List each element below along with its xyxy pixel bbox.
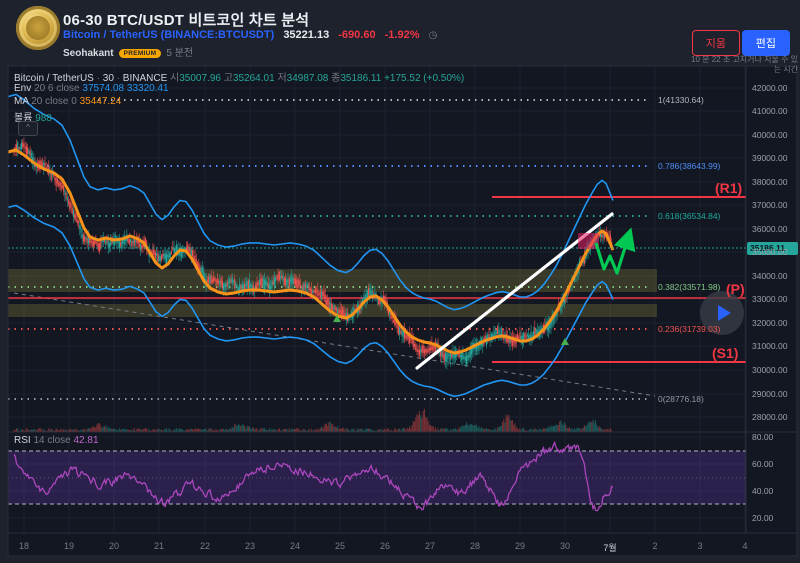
- edit-time-note-line1: 10 분 22 초 고치거나 지울 수 있: [668, 55, 798, 65]
- price-axis-label: 36000.00: [752, 224, 787, 234]
- pivot-label: (R1): [715, 180, 742, 196]
- price-axis-label: 28000.00: [752, 412, 787, 422]
- legend-env-params: 20 6 close: [34, 83, 80, 94]
- legend-close-value: 35186.11: [340, 73, 381, 84]
- legend-ma-params: 20 close 0: [31, 96, 77, 107]
- fib-level-label: 0.786(38643.99): [658, 161, 720, 171]
- time-axis-label: 27: [416, 541, 444, 551]
- time-axis-label: 28: [461, 541, 489, 551]
- fib-level-label: 1(41330.64): [658, 95, 704, 105]
- legend-env-row[interactable]: Env 20 6 close 37574.08 33320.41: [14, 83, 169, 94]
- fib-level-label: 0.382(33571.98): [658, 282, 720, 292]
- price-axis-label: 41000.00: [752, 106, 787, 116]
- price-axis-label: 42000.00: [752, 83, 787, 93]
- pivot-label: (S1): [712, 345, 738, 361]
- post-time: 5 분전: [166, 48, 193, 59]
- collapse-pane-button[interactable]: ^: [18, 121, 38, 136]
- edit-button[interactable]: 편집: [742, 30, 790, 56]
- legend-open-value: 35007.96: [179, 73, 221, 84]
- legend-high-label: 고: [224, 73, 233, 84]
- clock-icon: ◷: [429, 30, 438, 41]
- legend-change-value: +175.52 (+0.50%): [384, 73, 464, 84]
- symbol-exchange[interactable]: (BINANCE:BTCUSDT): [161, 29, 275, 41]
- price-axis-label: 39000.00: [752, 153, 787, 163]
- fib-level-label: 0.236(31739.03): [658, 324, 720, 334]
- price-axis-label: 38000.00: [752, 177, 787, 187]
- premium-badge: PREMIUM: [119, 49, 162, 58]
- symbol-price: 35221.13: [283, 29, 329, 41]
- symbol-change: -690.60: [338, 29, 375, 41]
- time-axis-label: 21: [145, 541, 173, 551]
- time-axis-label: 2: [641, 541, 669, 551]
- price-axis-label: 29000.00: [752, 389, 787, 399]
- time-axis-label: 24: [281, 541, 309, 551]
- fib-level-label: 0.618(36534.84): [658, 211, 720, 221]
- symbol-change-pct: -1.92%: [385, 29, 420, 41]
- time-axis-label: 26: [371, 541, 399, 551]
- legend-symbol-row[interactable]: Bitcoin / TetherUS · 30 · BINANCE 시35007…: [14, 69, 464, 84]
- price-axis-label: 32000.00: [752, 318, 787, 328]
- pivot-label: (P): [726, 281, 745, 297]
- chevron-up-icon: ^: [26, 123, 30, 132]
- legend-low-value: 34987.08: [287, 73, 329, 84]
- avatar[interactable]: [16, 6, 60, 50]
- legend-open-label: 시: [170, 73, 179, 84]
- legend-ma-value: 35447.24: [80, 96, 122, 107]
- time-axis-label: 29: [506, 541, 534, 551]
- time-axis-label: 19: [55, 541, 83, 551]
- author-row: Seohakant PREMIUM 5 분전: [63, 44, 193, 59]
- edit-time-note-line2: 는 시간: [668, 65, 798, 75]
- price-axis-label: 37000.00: [752, 200, 787, 210]
- price-axis-label: 31000.00: [752, 341, 787, 351]
- time-axis-label: 4: [731, 541, 759, 551]
- legend-env-upper: 37574.08: [82, 83, 124, 94]
- symbol-row: Bitcoin / TetherUS (BINANCE:BTCUSDT) 352…: [63, 29, 437, 41]
- legend-rsi-value: 42.81: [73, 435, 98, 446]
- price-axis-label: 20.00: [752, 513, 773, 523]
- page-title: 06-30 BTC/USDT 비트코인 차트 분석: [63, 9, 309, 30]
- time-axis-label: 25: [326, 541, 354, 551]
- edit-time-note: 10 분 22 초 고치거나 지울 수 있 는 시간: [668, 55, 798, 75]
- author-name[interactable]: Seohakant: [63, 48, 114, 59]
- price-axis-label: 60.00: [752, 459, 773, 469]
- price-axis-label: 35000.00: [752, 247, 787, 257]
- page: 06-30 BTC/USDT 비트코인 차트 분석 Bitcoin / Teth…: [0, 0, 800, 563]
- legend-env-name: Env: [14, 83, 31, 94]
- legend-rsi-params: 14 close: [33, 435, 70, 446]
- legend-rsi-row[interactable]: RSI 14 close 42.81: [14, 435, 99, 446]
- legend-rsi-name: RSI: [14, 435, 31, 446]
- legend-ma-name: MA: [14, 96, 28, 107]
- coin-emblem-icon: [26, 16, 50, 40]
- legend-env-lower: 33320.41: [127, 83, 169, 94]
- time-axis-label: 20: [100, 541, 128, 551]
- price-axis-label: 40000.00: [752, 130, 787, 140]
- legend-high-value: 35264.01: [233, 73, 275, 84]
- fib-level-label: 0(28776.18): [658, 394, 704, 404]
- time-axis-label: 3: [686, 541, 714, 551]
- legend-low-label: 저: [277, 73, 286, 84]
- time-axis-label: 23: [236, 541, 264, 551]
- price-axis-label: 30000.00: [752, 365, 787, 375]
- price-axis-label: 40.00: [752, 486, 773, 496]
- time-axis-label: 7월: [596, 541, 624, 554]
- time-axis-label: 22: [191, 541, 219, 551]
- legend-close-label: 종: [331, 73, 340, 84]
- price-axis-label: 80.00: [752, 432, 773, 442]
- price-axis-label: 34000.00: [752, 271, 787, 281]
- symbol-link[interactable]: Bitcoin / TetherUS: [63, 29, 158, 41]
- time-axis-label: 30: [551, 541, 579, 551]
- delete-button[interactable]: 지움: [692, 30, 740, 56]
- price-axis-label: 33000.00: [752, 294, 787, 304]
- time-axis-label: 18: [10, 541, 38, 551]
- play-icon: [718, 305, 731, 321]
- legend-ma-row[interactable]: MA 20 close 0 35447.24: [14, 96, 121, 107]
